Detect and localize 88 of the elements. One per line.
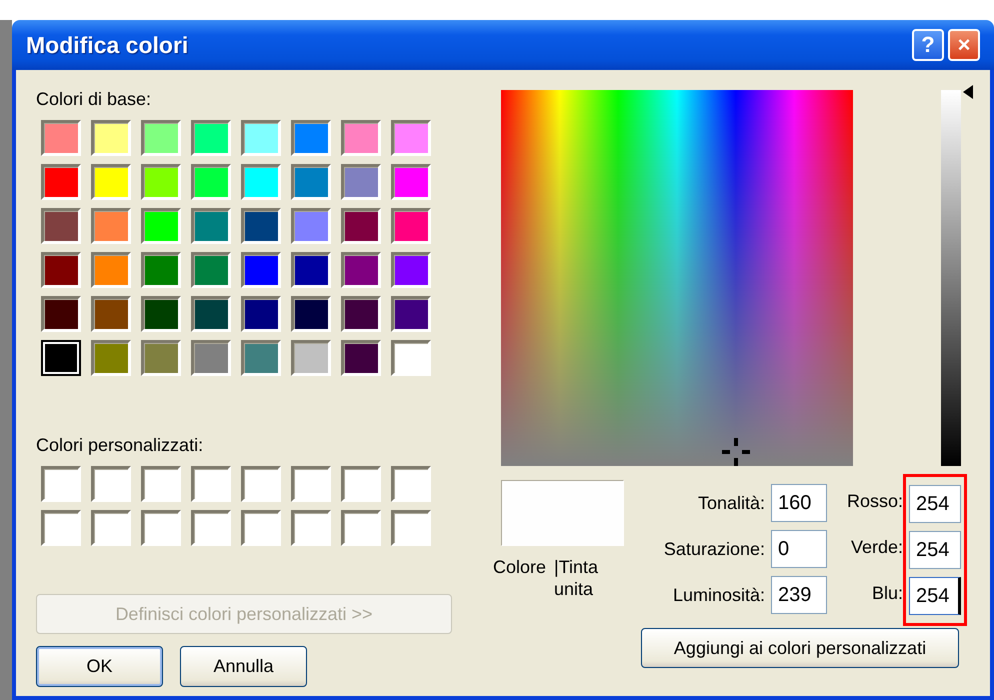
custom-color-swatch[interactable]: [241, 466, 281, 502]
color-swatch[interactable]: [91, 120, 131, 156]
color-swatch[interactable]: [391, 252, 431, 288]
field-label: Saturazione:: [664, 538, 765, 560]
custom-color-swatch[interactable]: [191, 510, 231, 546]
custom-color-swatch[interactable]: [41, 466, 81, 502]
color-swatch[interactable]: [241, 252, 281, 288]
color-swatch[interactable]: [41, 252, 81, 288]
color-swatch[interactable]: [191, 120, 231, 156]
custom-color-swatch[interactable]: [241, 510, 281, 546]
custom-color-swatch[interactable]: [291, 466, 331, 502]
color-swatch[interactable]: [141, 164, 181, 200]
color-swatch[interactable]: [241, 164, 281, 200]
color-swatch[interactable]: [41, 164, 81, 200]
color-swatch[interactable]: [291, 340, 331, 376]
color-swatch[interactable]: [241, 296, 281, 332]
color-swatch[interactable]: [341, 120, 381, 156]
ok-button[interactable]: OK: [36, 646, 163, 687]
cancel-button[interactable]: Annulla: [180, 646, 307, 687]
window-title: Modifica colori: [26, 30, 190, 60]
custom-colors-label: Colori personalizzati:: [36, 434, 204, 456]
color-caption: Colore: [493, 556, 546, 579]
field-label: Blu:: [872, 582, 903, 604]
custom-color-swatch[interactable]: [341, 510, 381, 546]
color-swatch[interactable]: [241, 120, 281, 156]
field-label: Rosso:: [846, 490, 903, 512]
color-swatch[interactable]: [41, 120, 81, 156]
custom-color-swatch[interactable]: [141, 466, 181, 502]
color-swatch[interactable]: [391, 120, 431, 156]
custom-color-swatch[interactable]: [391, 466, 431, 502]
color-swatch[interactable]: [141, 208, 181, 244]
color-swatch[interactable]: [191, 340, 231, 376]
color-swatch[interactable]: [41, 296, 81, 332]
color-swatch[interactable]: [41, 208, 81, 244]
color-swatch[interactable]: [391, 164, 431, 200]
color-swatch[interactable]: [141, 252, 181, 288]
field-label: Luminosità:: [672, 584, 765, 606]
color-swatch[interactable]: [91, 208, 131, 244]
color-swatch[interactable]: [141, 296, 181, 332]
input-field[interactable]: 254: [909, 485, 961, 523]
color-swatch[interactable]: [291, 164, 331, 200]
input-field[interactable]: 0: [771, 530, 827, 568]
color-swatch[interactable]: [391, 208, 431, 244]
slider-arrow-icon[interactable]: [963, 84, 973, 99]
add-to-custom-colors-button[interactable]: Aggiungi ai colori personalizzati: [641, 628, 959, 668]
custom-color-swatch[interactable]: [391, 510, 431, 546]
crosshair-icon[interactable]: [722, 438, 750, 466]
color-swatch[interactable]: [91, 252, 131, 288]
custom-color-swatch[interactable]: [291, 510, 331, 546]
color-swatch[interactable]: [91, 296, 131, 332]
color-swatch[interactable]: [291, 296, 331, 332]
input-field[interactable]: 239: [771, 576, 827, 614]
color-swatch[interactable]: [291, 120, 331, 156]
color-swatch[interactable]: [291, 252, 331, 288]
color-swatch[interactable]: [391, 296, 431, 332]
input-field[interactable]: 254: [909, 577, 961, 615]
color-swatch[interactable]: [41, 340, 81, 376]
color-swatch[interactable]: [341, 164, 381, 200]
custom-color-swatch[interactable]: [91, 466, 131, 502]
color-swatch[interactable]: [341, 296, 381, 332]
color-swatch[interactable]: [291, 208, 331, 244]
help-button[interactable]: ?: [912, 29, 944, 61]
color-swatch[interactable]: [341, 252, 381, 288]
color-swatch[interactable]: [391, 340, 431, 376]
input-field[interactable]: 160: [771, 484, 827, 522]
field-label: Verde:: [850, 536, 903, 558]
solid-color-caption: |Tinta unita: [554, 556, 600, 600]
custom-color-swatch[interactable]: [41, 510, 81, 546]
custom-color-swatch[interactable]: [191, 466, 231, 502]
color-swatch[interactable]: [141, 340, 181, 376]
color-swatch[interactable]: [191, 296, 231, 332]
color-swatch[interactable]: [91, 340, 131, 376]
color-swatch[interactable]: [191, 252, 231, 288]
color-swatch[interactable]: [241, 340, 281, 376]
color-swatch[interactable]: [341, 208, 381, 244]
custom-color-swatch[interactable]: [141, 510, 181, 546]
basic-colors-label: Colori di base:: [36, 88, 152, 110]
color-swatch[interactable]: [191, 164, 231, 200]
custom-color-swatch[interactable]: [341, 466, 381, 502]
field-label: Tonalità:: [698, 492, 765, 514]
color-swatch[interactable]: [91, 164, 131, 200]
color-swatch[interactable]: [191, 208, 231, 244]
color-swatch[interactable]: [141, 120, 181, 156]
color-swatch[interactable]: [241, 208, 281, 244]
color-spectrum[interactable]: [501, 90, 853, 466]
color-swatch[interactable]: [341, 340, 381, 376]
input-field[interactable]: 254: [909, 531, 961, 569]
custom-color-swatch[interactable]: [91, 510, 131, 546]
